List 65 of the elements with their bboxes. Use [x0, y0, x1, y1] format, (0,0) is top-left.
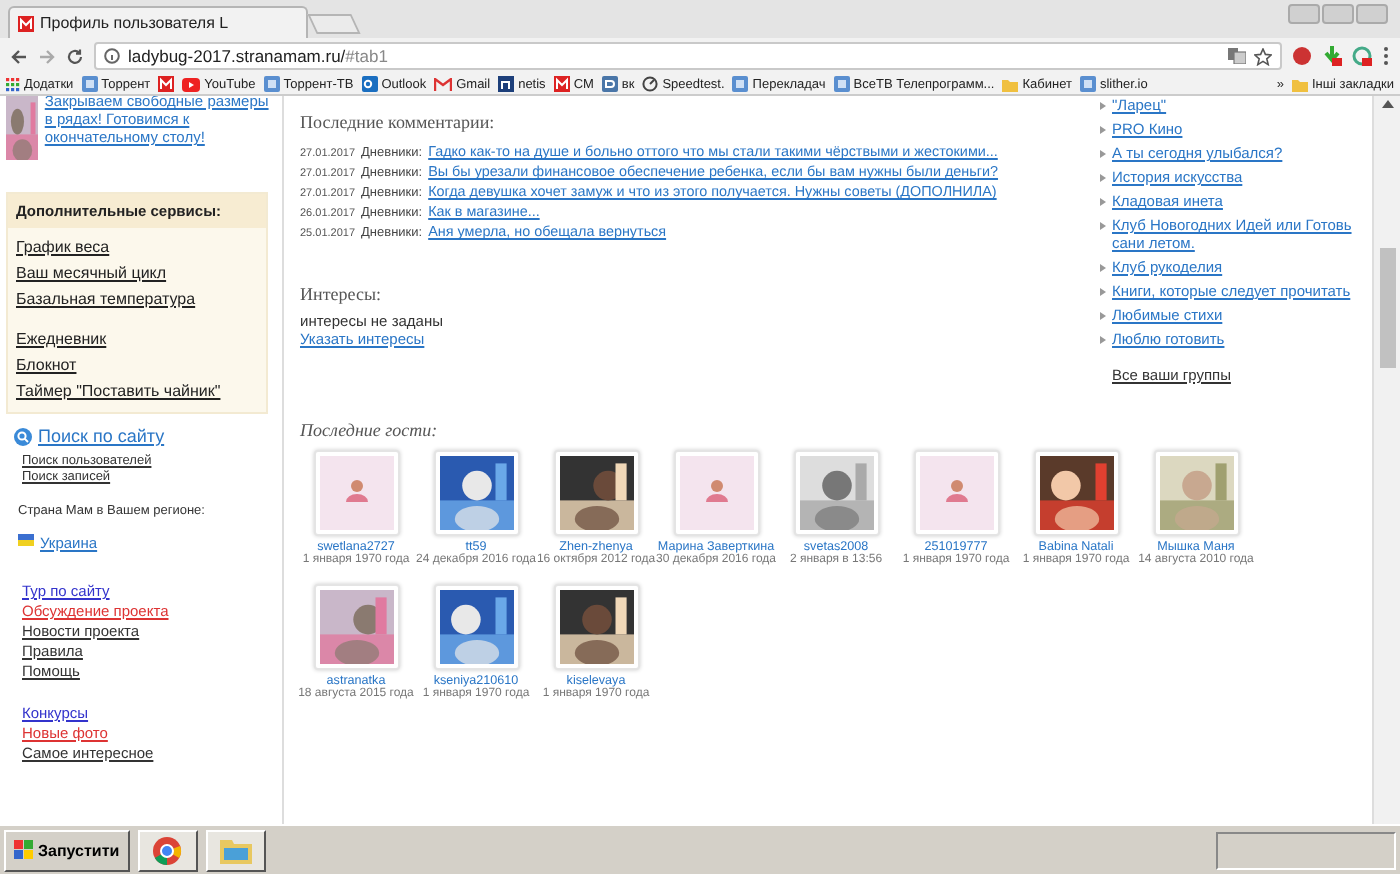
chrome-icon: [152, 835, 183, 865]
folder-icon: [219, 837, 252, 863]
bookmark-icon: [263, 76, 280, 92]
bookmark-icon: [732, 76, 749, 92]
bullet-icon: [1100, 312, 1106, 320]
site-search-link[interactable]: Поиск по сайту: [38, 426, 165, 446]
download-extension-icon[interactable]: [1322, 46, 1342, 66]
menu-icon[interactable]: [1382, 46, 1390, 66]
extension-icon[interactable]: [1292, 46, 1312, 66]
vk-logo-icon: [601, 76, 618, 92]
mail-icon: [361, 76, 378, 92]
service-link[interactable]: Ваш месячный цикл: [16, 264, 258, 282]
taskbar-explorer-button[interactable]: [205, 829, 266, 871]
bullet-icon: [1100, 150, 1106, 158]
section-title: Последние комментарии:: [300, 112, 497, 132]
avatar-frame[interactable]: [433, 584, 519, 670]
scrollbar-thumb[interactable]: [1379, 248, 1395, 368]
translate-icon[interactable]: [1228, 48, 1246, 64]
taskbar-browser-button[interactable]: [137, 829, 198, 871]
service-link[interactable]: График веса: [16, 238, 258, 256]
m-logo-icon: [18, 15, 34, 31]
bookmark-icon: [833, 76, 850, 92]
extension-icon[interactable]: [1352, 46, 1372, 66]
bullet-icon: [1100, 102, 1106, 110]
service-link[interactable]: Блокнот: [16, 356, 258, 374]
flag-icon: [18, 533, 34, 546]
default-avatar: [919, 456, 993, 530]
bullet-icon: [1100, 222, 1106, 230]
bookmark-icon: [81, 76, 98, 92]
browser-tab[interactable]: Профиль пользователя L: [8, 6, 308, 38]
bookmark[interactable]: [158, 76, 175, 92]
scroll-up-icon[interactable]: [1381, 100, 1393, 108]
gauge-icon: [642, 76, 659, 92]
bullet-icon: [1100, 126, 1106, 134]
star-icon[interactable]: [1254, 47, 1272, 65]
apps-icon: [6, 77, 20, 91]
service-link[interactable]: Базальная температура: [16, 290, 258, 308]
service-link[interactable]: Ежедневник: [16, 330, 258, 348]
n-logo-icon: [498, 76, 515, 92]
back-icon[interactable]: [10, 47, 28, 65]
bullet-icon: [1100, 174, 1106, 182]
search-icon: [14, 427, 32, 445]
bullet-icon: [1100, 336, 1106, 344]
address-bar[interactable]: ladybug-2017.stranamam.ru/#tab1: [94, 42, 1282, 70]
start-button[interactable]: Запустити: [4, 829, 130, 871]
reload-icon[interactable]: [66, 47, 84, 65]
default-avatar: [319, 456, 393, 530]
bookmark-icon: [1079, 76, 1096, 92]
section-title: Интересы:: [300, 284, 384, 304]
m-logo-icon: [553, 76, 570, 92]
bullet-icon: [1100, 264, 1106, 272]
windows-logo-icon: [14, 840, 34, 860]
avatar-frame[interactable]: [1033, 450, 1119, 536]
section-title: Последние гости:: [300, 420, 440, 440]
info-icon: [104, 48, 120, 64]
bullet-icon: [1100, 198, 1106, 206]
service-link[interactable]: Таймер "Поставить чайник": [16, 382, 258, 400]
avatar-frame[interactable]: [553, 450, 639, 536]
avatar-frame[interactable]: [553, 584, 639, 670]
envelope-icon: [434, 77, 453, 91]
default-avatar: [679, 456, 753, 530]
play-icon: [182, 77, 201, 91]
m-logo-icon: [158, 76, 175, 92]
avatar-frame[interactable]: [433, 450, 519, 536]
bullet-icon: [1100, 288, 1106, 296]
